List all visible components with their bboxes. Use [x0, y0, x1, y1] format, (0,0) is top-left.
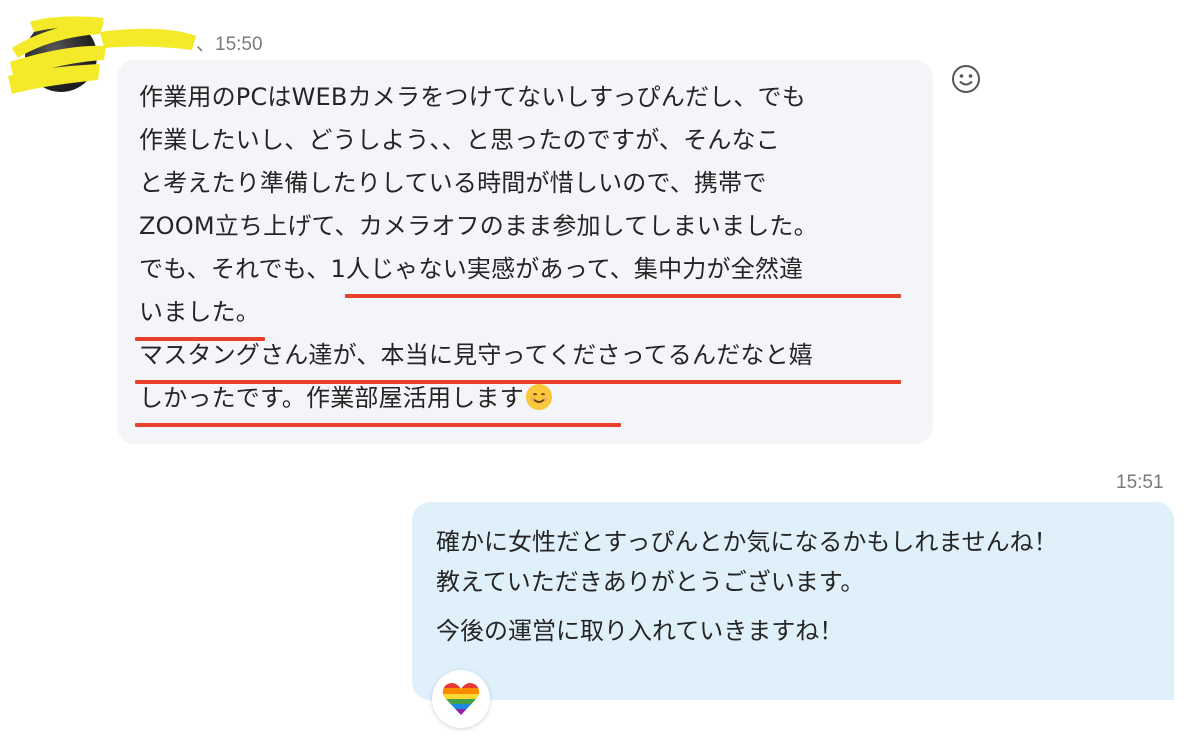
rainbow-heart-icon	[442, 683, 480, 715]
message-line: 作業したいし、どうしよう、、と思ったのですが、そんなこ	[139, 126, 780, 154]
add-reaction-button[interactable]	[950, 63, 982, 95]
message-line: マスタングさん達が、本当に見守ってくださってるんだなと嬉	[139, 341, 813, 369]
incoming-timestamp: 、15:50	[196, 34, 263, 55]
message-line-with-emoji: しかったです。作業部屋活用します	[139, 382, 552, 414]
message-line: 教えていただきありがとうございます。	[436, 568, 865, 596]
highlight-underline	[345, 294, 901, 298]
highlight-underline	[135, 423, 621, 427]
smiley-icon	[952, 65, 980, 93]
message-line: でも、それでも、1人じゃない実感があって、集中力が全然違	[139, 255, 804, 283]
message-line: いました。	[139, 298, 260, 326]
highlight-underline	[135, 337, 265, 341]
message-line: と考えたり準備したりしている時間が惜しいので、携帯で	[139, 169, 767, 197]
incoming-message-bubble[interactable]: 作業用のPCはWEBカメラをつけてないしすっぴんだし、でも 作業したいし、どうし…	[117, 60, 933, 444]
message-reaction[interactable]	[432, 670, 490, 728]
outgoing-timestamp: 15:51	[1116, 472, 1164, 493]
smiling-face-emoji-icon	[525, 384, 552, 410]
message-line: ZOOM立ち上げて、カメラオフのまま参加してしまいました。	[139, 212, 818, 240]
message-line: 今後の運営に取り入れていきますね！	[436, 617, 844, 645]
message-line: しかったです。作業部屋活用します	[139, 384, 524, 412]
message-line: 作業用のPCはWEBカメラをつけてないしすっぴんだし、でも	[139, 83, 806, 111]
highlight-underline	[135, 380, 901, 384]
outgoing-message-bubble[interactable]: 確かに女性だとすっぴんとか気になるかもしれませんね！ 教えていただきありがとうご…	[412, 502, 1174, 700]
message-line: 確かに女性だとすっぴんとか気になるかもしれませんね！	[436, 528, 1058, 556]
